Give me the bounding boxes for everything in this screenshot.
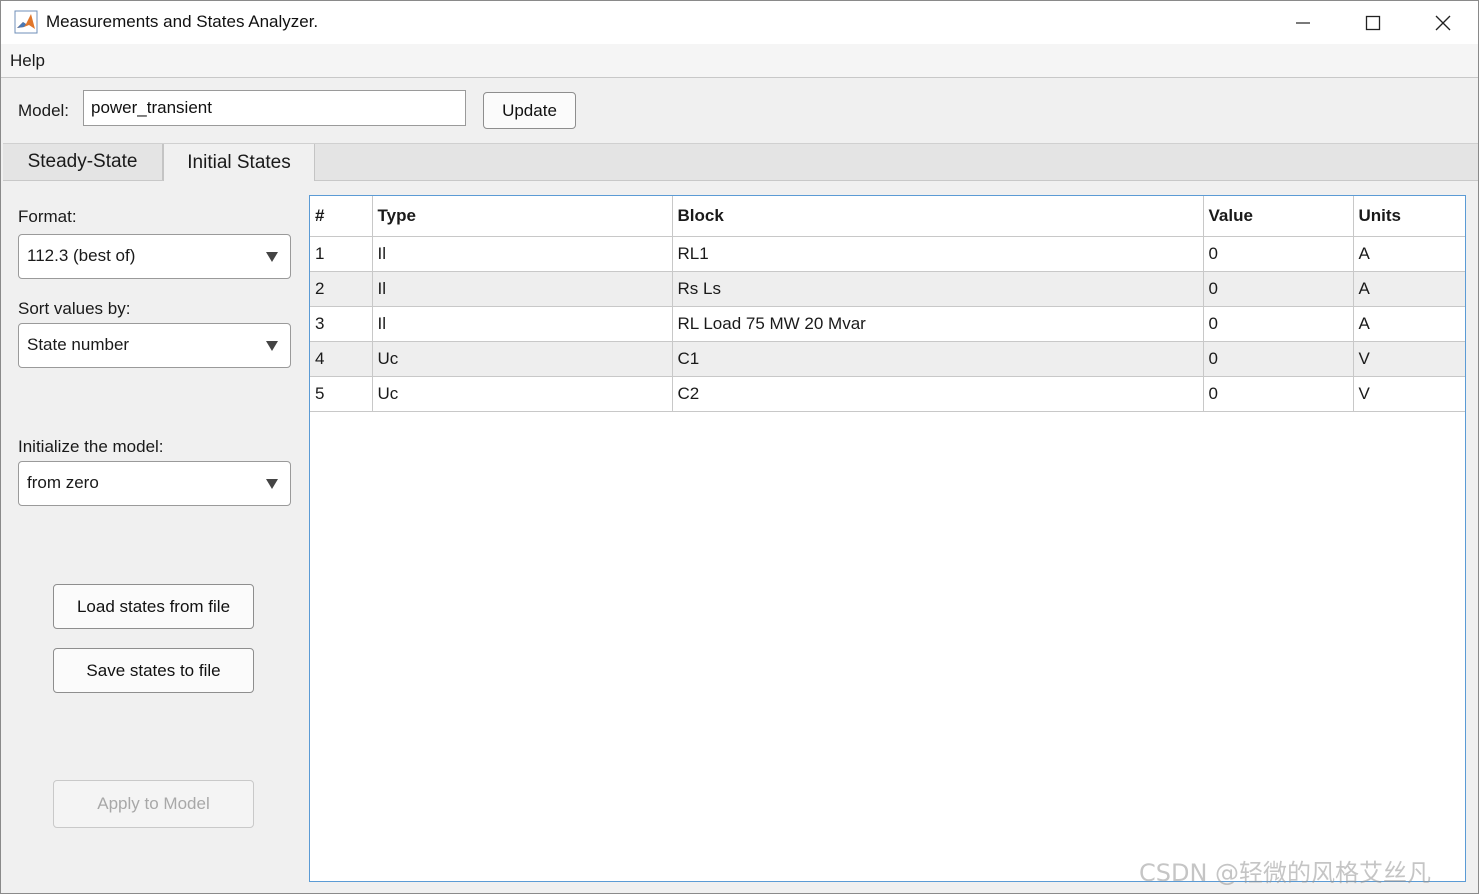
dropdown-arrow-icon <box>266 341 278 351</box>
col-header-block[interactable]: Block <box>672 196 1204 237</box>
apply-to-model-button[interactable]: Apply to Model <box>53 780 254 828</box>
tab-steady-state[interactable]: Steady-State <box>3 144 163 180</box>
cell-type: Il <box>372 236 673 272</box>
window-title: Measurements and States Analyzer. <box>46 12 319 31</box>
table-row[interactable]: 2 Il Rs Ls 0 A <box>310 271 1465 307</box>
table-row[interactable]: 3 Il RL Load 75 MW 20 Mvar 0 A <box>310 306 1465 342</box>
model-input[interactable] <box>83 90 466 126</box>
sort-value: State number <box>27 335 130 354</box>
cell-number: 3 <box>310 306 373 342</box>
cell-type: Uc <box>372 341 673 377</box>
dropdown-arrow-icon <box>266 252 278 262</box>
cell-units: A <box>1353 236 1465 272</box>
table-header-row: # Type Block Value Units <box>310 196 1465 237</box>
col-header-units[interactable]: Units <box>1353 196 1465 237</box>
init-dropdown[interactable]: from zero <box>18 461 291 506</box>
cell-block: C1 <box>672 341 1204 377</box>
app-window: Measurements and States Analyzer. Help M… <box>0 0 1479 894</box>
states-grid: # Type Block Value Units 1 Il RL1 0 A 2 <box>310 196 1465 412</box>
cell-block: RL Load 75 MW 20 Mvar <box>672 306 1204 342</box>
init-label: Initialize the model: <box>18 437 164 456</box>
cell-number: 2 <box>310 271 373 307</box>
close-button[interactable] <box>1408 1 1478 44</box>
maximize-button[interactable] <box>1338 1 1408 44</box>
col-header-number[interactable]: # <box>310 196 373 237</box>
format-dropdown[interactable]: 112.3 (best of) <box>18 234 291 279</box>
dropdown-arrow-icon <box>266 479 278 489</box>
cell-value: 0 <box>1203 376 1354 412</box>
tab-bar: Steady-State Initial States <box>3 143 1478 181</box>
table-row[interactable]: 5 Uc C2 0 V <box>310 376 1465 412</box>
states-table[interactable]: # Type Block Value Units 1 Il RL1 0 A 2 <box>309 195 1466 882</box>
sort-dropdown[interactable]: State number <box>18 323 291 368</box>
format-value: 112.3 (best of) <box>27 246 136 265</box>
close-icon <box>1435 15 1451 30</box>
title-bar: Measurements and States Analyzer. <box>1 1 1478 44</box>
menu-bar: Help <box>1 44 1478 78</box>
load-states-button[interactable]: Load states from file <box>53 584 254 629</box>
cell-number: 4 <box>310 341 373 377</box>
cell-type: Uc <box>372 376 673 412</box>
sort-label: Sort values by: <box>18 299 131 318</box>
cell-units: A <box>1353 306 1465 342</box>
minimize-button[interactable] <box>1268 1 1338 44</box>
init-value: from zero <box>27 473 99 492</box>
cell-units: V <box>1353 341 1465 377</box>
col-header-value[interactable]: Value <box>1203 196 1354 237</box>
model-label: Model: <box>18 101 70 120</box>
table-row[interactable]: 4 Uc C1 0 V <box>310 341 1465 377</box>
tab-initial-states[interactable]: Initial States <box>163 144 315 181</box>
col-header-type[interactable]: Type <box>372 196 673 237</box>
cell-units: V <box>1353 376 1465 412</box>
minimize-icon <box>1296 21 1310 24</box>
table-row[interactable]: 1 Il RL1 0 A <box>310 236 1465 272</box>
cell-block: RL1 <box>672 236 1204 272</box>
cell-number: 5 <box>310 376 373 412</box>
cell-type: Il <box>372 271 673 307</box>
cell-number: 1 <box>310 236 373 272</box>
cell-value: 0 <box>1203 236 1354 272</box>
save-states-button[interactable]: Save states to file <box>53 648 254 693</box>
menu-help[interactable]: Help <box>10 51 45 71</box>
cell-value: 0 <box>1203 341 1354 377</box>
watermark: CSDN @轻微的风格艾丝凡 <box>1139 859 1432 887</box>
cell-value: 0 <box>1203 271 1354 307</box>
cell-block: Rs Ls <box>672 271 1204 307</box>
format-label: Format: <box>18 207 77 226</box>
maximize-icon <box>1365 15 1381 30</box>
matlab-app-icon <box>14 10 38 34</box>
update-button[interactable]: Update <box>483 92 576 129</box>
cell-block: C2 <box>672 376 1204 412</box>
cell-units: A <box>1353 271 1465 307</box>
cell-type: Il <box>372 306 673 342</box>
cell-value: 0 <box>1203 306 1354 342</box>
